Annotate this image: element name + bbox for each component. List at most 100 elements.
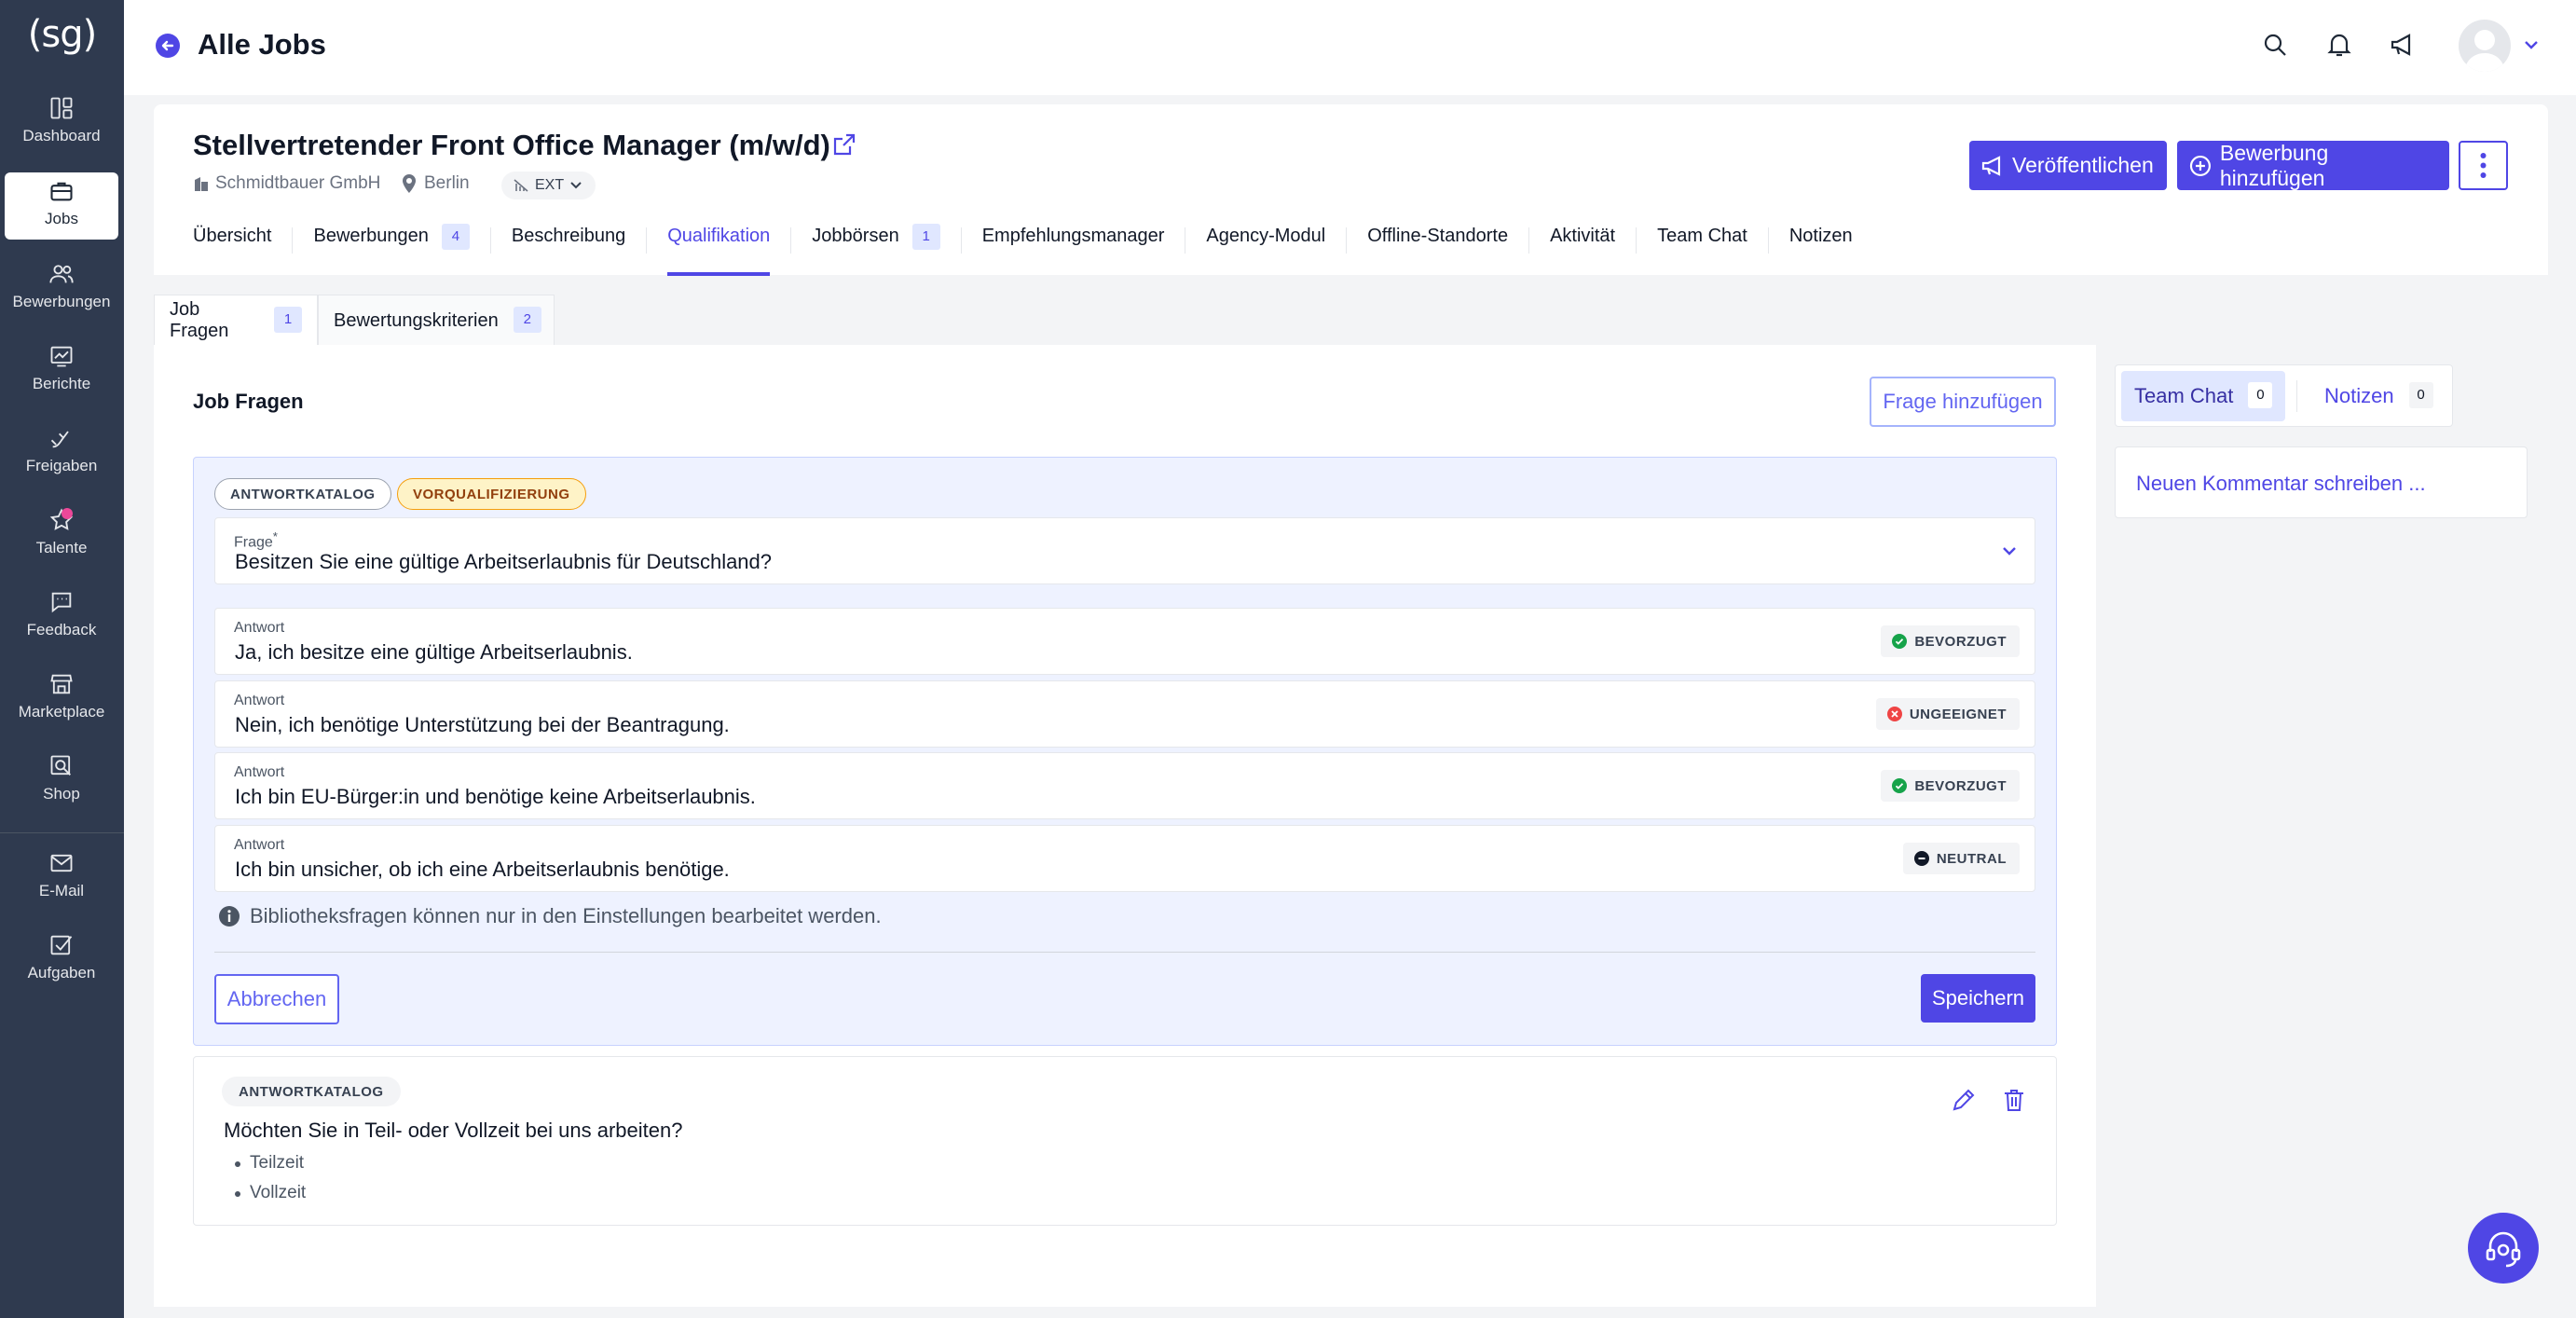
dashboard-icon [50, 97, 73, 119]
cancel-button[interactable]: Abbrechen [214, 974, 339, 1024]
saved-answer-list: Teilzeit Vollzeit [231, 1148, 306, 1208]
feedback-icon [51, 592, 72, 613]
checkbox-icon [50, 935, 73, 955]
tab-count-badge: 4 [441, 224, 470, 250]
tab-team-chat[interactable]: Team Chat [1657, 216, 1747, 276]
tab-notizen-panel[interactable]: Notizen 0 [2311, 371, 2446, 421]
subtab-bewertungskriterien[interactable]: Bewertungskriterien 2 [318, 295, 555, 346]
question-label-text: Frage [234, 534, 273, 551]
add-application-button[interactable]: Bewerbung hinzufügen [2177, 141, 2449, 190]
status-badge-label: UNGEEIGNET [1909, 706, 2007, 722]
sidebar-item-aufgaben[interactable]: Aufgaben [5, 927, 118, 994]
answer-row[interactable]: Antwort Nein, ich benötige Unterstützung… [214, 680, 2035, 748]
required-marker: * [272, 529, 278, 543]
more-options-button[interactable] [2459, 141, 2508, 190]
x-circle-icon [1886, 707, 1902, 721]
tab-divider [1346, 227, 1348, 254]
tab-jobboersen[interactable]: Jobbörsen 1 [812, 216, 940, 276]
answer-label: Antwort [234, 837, 285, 853]
question-select[interactable]: Frage* Besitzen Sie eine gültige Arbeits… [214, 517, 2035, 584]
tab-offline-standorte[interactable]: Offline-Standorte [1367, 216, 1508, 276]
chevron-down-icon[interactable] [2523, 38, 2540, 51]
sidebar-item-label: Berichte [32, 375, 91, 392]
notification-dot [62, 508, 73, 519]
external-link-icon[interactable] [831, 131, 857, 158]
tab-label: Team Chat [1657, 226, 1747, 246]
answer-row[interactable]: Antwort Ich bin EU-Bürger:in und benötig… [214, 752, 2035, 819]
save-button[interactable]: Speichern [1921, 974, 2035, 1023]
tab-label: Beschreibung [511, 226, 626, 246]
saved-question-text: Möchten Sie in Teil- oder Vollzeit bei u… [224, 1119, 683, 1142]
answer-text: Ja, ich besitze eine gültige Arbeitserla… [235, 640, 633, 664]
status-badge-label: BEVORZUGT [1914, 633, 2007, 650]
check-circle-icon [1892, 634, 1908, 649]
new-comment-input[interactable]: Neuen Kommentar schreiben ... [2115, 446, 2528, 518]
add-question-button[interactable]: Frage hinzufügen [1870, 377, 2056, 427]
info-icon [219, 906, 240, 927]
tab-agency-modul[interactable]: Agency-Modul [1206, 216, 1325, 276]
trash-icon[interactable] [2001, 1087, 2027, 1113]
publish-button[interactable]: Veröffentlichen [1969, 141, 2167, 190]
sidebar-item-label: Shop [43, 785, 80, 803]
tab-label: Aktivität [1550, 226, 1616, 246]
answer-row[interactable]: Antwort Ja, ich besitze eine gültige Arb… [214, 608, 2035, 675]
tab-divider [646, 227, 648, 254]
tab-aktivitaet[interactable]: Aktivität [1550, 216, 1615, 276]
company-name: Schmidtbauer GmbH [215, 173, 381, 193]
divider [214, 952, 2035, 953]
visibility-off-icon [514, 179, 528, 192]
library-info-text: Bibliotheksfragen können nur in den Eins… [250, 904, 882, 927]
back-button[interactable] [156, 34, 180, 58]
search-icon[interactable] [2261, 31, 2289, 59]
rtab-divider [2296, 380, 2297, 412]
tab-beschreibung[interactable]: Beschreibung [512, 216, 625, 276]
sidebar-item-shop[interactable]: Shop [5, 748, 118, 815]
ext-badge[interactable]: EXT [501, 172, 596, 199]
sidebar-item-feedback[interactable]: Feedback [5, 583, 118, 651]
tab-divider [292, 227, 294, 254]
sidebar-item-freigaben[interactable]: Freigaben [5, 419, 118, 487]
sidebar-item-berichte[interactable]: Berichte [5, 337, 118, 405]
tab-uebersicht[interactable]: Übersicht [193, 216, 271, 276]
pencil-icon[interactable] [1951, 1087, 1977, 1113]
tab-empfehlungsmanager[interactable]: Empfehlungsmanager [982, 216, 1165, 276]
status-badge-preferred[interactable]: BEVORZUGT [1881, 625, 2020, 657]
sidebar-item-email[interactable]: E-Mail [5, 844, 118, 912]
sidebar-item-dashboard[interactable]: Dashboard [5, 89, 118, 157]
tab-team-chat-panel[interactable]: Team Chat 0 [2121, 371, 2286, 421]
subtab-job-fragen[interactable]: Job Fragen 1 [154, 295, 318, 346]
briefcase-icon [50, 182, 73, 201]
avatar[interactable] [2459, 20, 2511, 72]
status-badge-neutral[interactable]: NEUTRAL [1902, 843, 2020, 874]
ext-badge-label: EXT [535, 177, 565, 193]
logo[interactable]: (sg) [0, 13, 124, 56]
sidebar-item-label: Freigaben [25, 457, 98, 474]
answer-label: Antwort [234, 693, 285, 708]
status-badge-preferred[interactable]: BEVORZUGT [1881, 770, 2020, 802]
megaphone-icon[interactable] [2389, 31, 2417, 59]
sidebar-item-marketplace[interactable]: Marketplace [5, 666, 118, 733]
status-badge-label: BEVORZUGT [1914, 777, 2007, 794]
approval-icon [50, 431, 69, 448]
help-button[interactable] [2468, 1213, 2539, 1284]
tab-divider [1528, 227, 1530, 254]
answer-row[interactable]: Antwort Ich bin unsicher, ob ich eine Ar… [214, 825, 2035, 892]
rtab-label: Team Chat [2134, 384, 2234, 407]
tab-label: Empfehlungsmanager [981, 226, 1165, 246]
sidebar-item-label: Marketplace [18, 703, 105, 721]
tab-label: Übersicht [193, 226, 272, 246]
topbar [124, 0, 2576, 95]
bell-icon[interactable] [2325, 31, 2353, 59]
publish-label: Veröffentlichen [2012, 153, 2154, 177]
sidebar-item-bewerbungen[interactable]: Bewerbungen [5, 255, 118, 323]
users-icon [49, 265, 74, 283]
subtab-label: Bewertungskriterien [334, 309, 499, 331]
tab-notizen[interactable]: Notizen [1789, 216, 1853, 276]
rtab-label: Notizen [2324, 384, 2394, 407]
tab-bewerbungen[interactable]: Bewerbungen 4 [313, 216, 470, 276]
status-badge-unsuitable[interactable]: UNGEEIGNET [1875, 698, 2020, 730]
answer-text: Ich bin unsicher, ob ich eine Arbeitserl… [235, 858, 730, 881]
tab-divider [790, 227, 792, 254]
tab-qualifikation[interactable]: Qualifikation [667, 216, 771, 276]
sidebar-item-jobs[interactable]: Jobs [5, 172, 118, 240]
